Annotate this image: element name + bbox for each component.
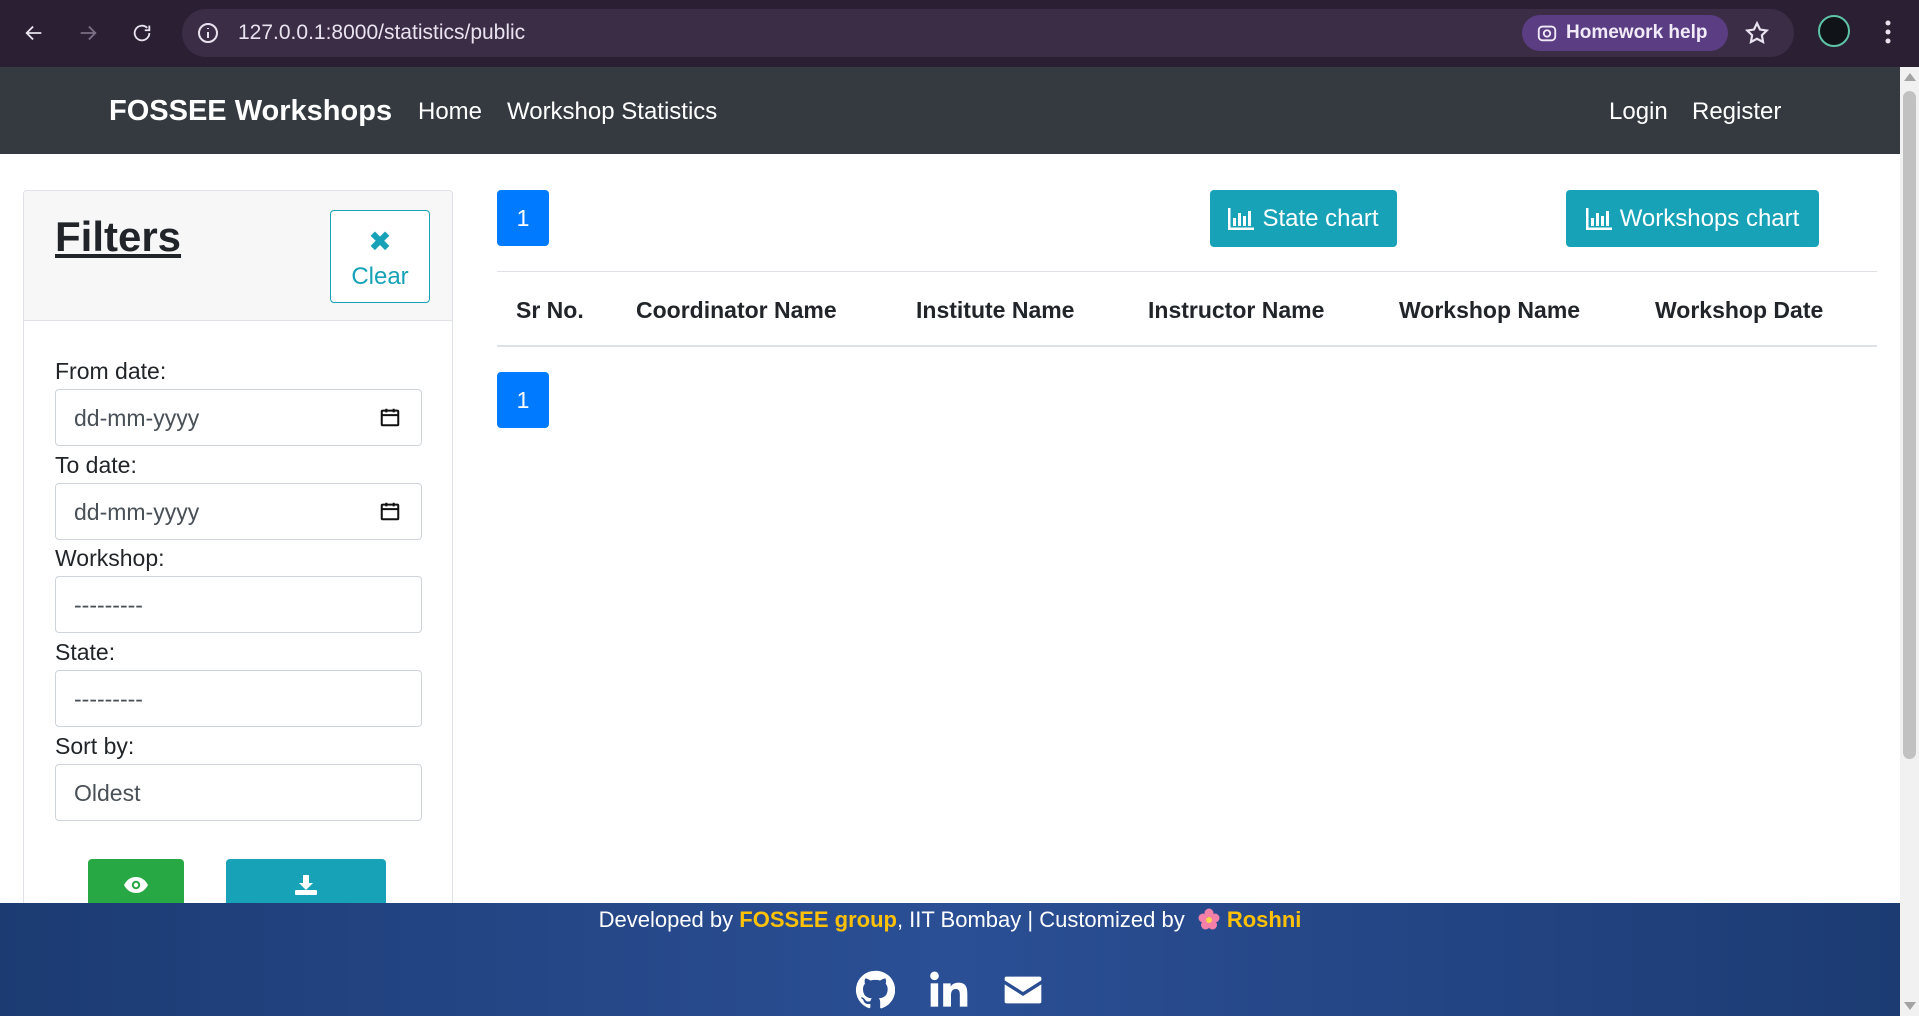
to-date-placeholder: dd-mm-yyyy (74, 499, 200, 525)
calendar-icon[interactable] (379, 500, 401, 522)
flower-icon (1198, 908, 1220, 930)
footer-fossee-group-link[interactable]: FOSSEE group (739, 907, 897, 932)
state-select[interactable]: --------- (55, 670, 422, 727)
kebab-menu-icon[interactable] (1876, 16, 1900, 48)
footer: Developed by FOSSEE group, IIT Bombay | … (0, 903, 1900, 1016)
from-date-placeholder: dd-mm-yyyy (74, 405, 200, 431)
state-select-value: --------- (74, 686, 143, 712)
footer-credit: Developed by FOSSEE group, IIT Bombay | … (0, 907, 1900, 933)
info-icon[interactable] (196, 21, 220, 45)
clear-label: Clear (351, 263, 409, 290)
bar-chart-icon (1585, 207, 1612, 230)
th-institute-name: Institute Name (916, 297, 1075, 323)
workshop-label: Workshop: (55, 545, 165, 571)
table-top-border (497, 271, 1877, 272)
th-coordinator-name: Coordinator Name (636, 297, 837, 323)
brand-link[interactable]: FOSSEE Workshops (109, 95, 392, 128)
clear-button[interactable]: ✖ Clear (330, 210, 430, 303)
url-text[interactable]: 127.0.0.1:8000/statistics/public (238, 21, 525, 45)
lens-icon (1537, 25, 1557, 42)
workshop-select-value: --------- (74, 592, 143, 618)
mail-icon[interactable] (1003, 970, 1043, 1010)
page-1-button[interactable]: 1 (497, 190, 549, 246)
footer-iit-text: , IIT Bombay | Customized by (896, 907, 1191, 932)
scroll-up-arrow-icon[interactable] (1904, 73, 1916, 81)
profile-avatar[interactable] (1818, 15, 1850, 47)
from-date-input[interactable]: dd-mm-yyyy (55, 389, 422, 446)
scroll-down-arrow-icon[interactable] (1904, 1002, 1916, 1010)
address-bar[interactable]: 127.0.0.1:8000/statistics/public Homewor… (182, 9, 1794, 57)
workshops-chart-button[interactable]: Workshops chart (1566, 190, 1819, 247)
star-icon[interactable] (1744, 20, 1770, 46)
calendar-icon[interactable] (379, 406, 401, 428)
filters-header: Filters ✖ Clear (24, 191, 452, 321)
state-chart-label: State chart (1262, 204, 1379, 232)
nav-link-login[interactable]: Login (1609, 98, 1668, 126)
filters-title: Filters (55, 213, 182, 260)
reload-icon[interactable] (122, 13, 162, 53)
sort-by-value: Oldest (74, 780, 141, 806)
homework-help-chip[interactable]: Homework help (1522, 15, 1728, 51)
sort-by-label: Sort by: (55, 733, 135, 759)
github-icon[interactable] (855, 970, 896, 1010)
page-scrollbar[interactable] (1900, 67, 1919, 1016)
bar-chart-icon (1228, 207, 1255, 230)
browser-toolbar: 127.0.0.1:8000/statistics/public Homewor… (0, 0, 1919, 67)
from-date-label: From date: (55, 358, 167, 384)
back-arrow-icon[interactable] (14, 13, 54, 53)
forward-arrow-icon[interactable] (68, 13, 108, 53)
table-header-border (497, 345, 1877, 347)
page-1-button-bottom[interactable]: 1 (497, 372, 549, 428)
footer-author-link[interactable]: Roshni (1227, 907, 1302, 932)
nav-link-home[interactable]: Home (418, 98, 482, 126)
to-date-input[interactable]: dd-mm-yyyy (55, 483, 422, 540)
to-date-label: To date: (55, 452, 137, 478)
nav-link-workshop-statistics[interactable]: Workshop Statistics (507, 98, 717, 126)
workshops-chart-label: Workshops chart (1619, 204, 1800, 232)
close-icon: ✖ (368, 226, 392, 257)
th-workshop-date: Workshop Date (1655, 297, 1824, 323)
filters-card: Filters ✖ Clear From date: dd-mm-yyyy To… (23, 190, 453, 910)
eye-icon (124, 877, 148, 893)
scroll-thumb[interactable] (1903, 91, 1916, 759)
site-navbar: FOSSEE Workshops Home Workshop Statistic… (0, 67, 1900, 154)
download-icon (295, 875, 317, 895)
th-workshop-name: Workshop Name (1399, 297, 1581, 323)
sort-by-select[interactable]: Oldest (55, 764, 422, 821)
th-instructor-name: Instructor Name (1148, 297, 1325, 323)
th-sr-no: Sr No. (516, 297, 584, 323)
state-label: State: (55, 639, 116, 665)
workshop-select[interactable]: --------- (55, 576, 422, 633)
nav-link-register[interactable]: Register (1692, 98, 1781, 126)
linkedin-icon[interactable] (929, 970, 969, 1010)
homework-help-label: Homework help (1566, 22, 1708, 43)
footer-developed-by: Developed by (598, 907, 740, 932)
state-chart-button[interactable]: State chart (1210, 190, 1397, 247)
